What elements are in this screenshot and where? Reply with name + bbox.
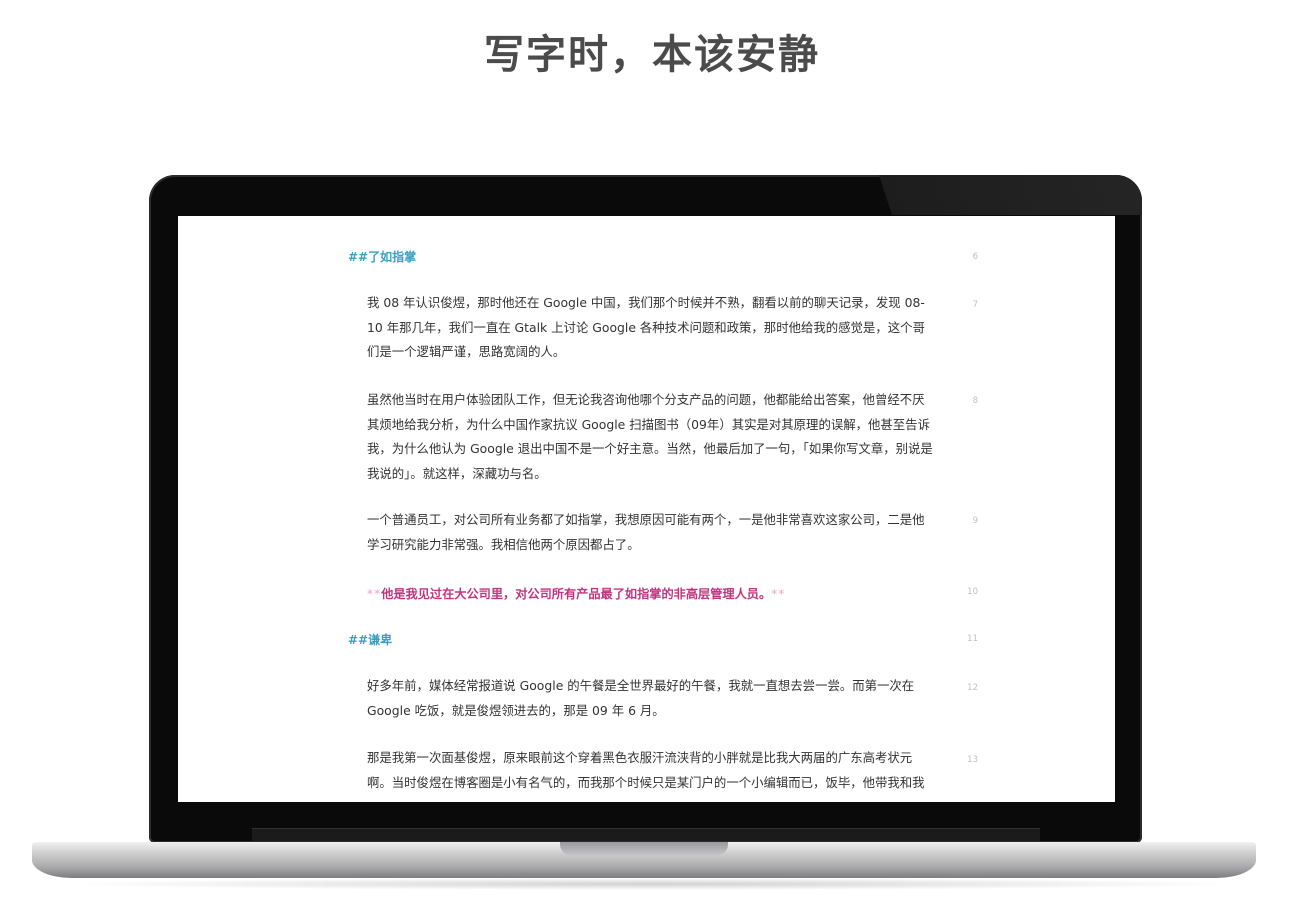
line-number: 9 (972, 516, 978, 526)
editor-paragraph[interactable]: 我 08 年认识俊煜，那时他还在 Google 中国，我们那个时候并不熟，翻看以… (367, 291, 933, 365)
bold-marker: ** (367, 587, 382, 601)
line-number: 7 (972, 300, 978, 310)
editor-paragraph[interactable]: 虽然他当时在用户体验团队工作，但无论我咨询他哪个分支产品的问题，他都能给出答案，… (367, 388, 933, 486)
editor-paragraph[interactable]: 一个普通员工，对公司所有业务都了如指掌，我想原因可能有两个，一是他非常喜欢这家公… (367, 508, 933, 557)
line-number: 12 (967, 683, 978, 693)
line-number: 11 (967, 634, 978, 644)
line-number: 8 (972, 396, 978, 406)
laptop-mockup: ##了如指掌 6 我 08 年认识俊煜，那时他还在 Google 中国，我们那个… (0, 0, 1304, 916)
laptop-hinge (252, 828, 1040, 841)
bezel-glare (879, 175, 1142, 215)
editor-paragraph[interactable]: 好多年前，媒体经常报道说 Google 的午餐是全世界最好的午餐，我就一直想去尝… (367, 674, 933, 723)
bold-text: 他是我见过在大公司里，对公司所有产品最了如指掌的非高层管理人员。 (381, 587, 772, 601)
editor-paragraph[interactable]: 那是我第一次面基俊煜，原来眼前这个穿着黑色衣服汗流浃背的小胖就是比我大两届的广东… (367, 746, 933, 795)
laptop-notch (560, 842, 728, 856)
editor-heading[interactable]: ##了如指掌 (348, 248, 948, 265)
bold-marker: ** (771, 587, 786, 601)
editor-heading[interactable]: ##谦卑 (348, 631, 948, 648)
editor-bold-line[interactable]: **他是我见过在大公司里，对公司所有产品最了如指掌的非高层管理人员。** (367, 584, 933, 602)
laptop-shadow (60, 878, 1244, 890)
line-number: 13 (967, 755, 978, 765)
line-number: 10 (967, 587, 978, 597)
line-number: 6 (972, 252, 978, 262)
editor-screen[interactable]: ##了如指掌 6 我 08 年认识俊煜，那时他还在 Google 中国，我们那个… (178, 216, 1115, 802)
